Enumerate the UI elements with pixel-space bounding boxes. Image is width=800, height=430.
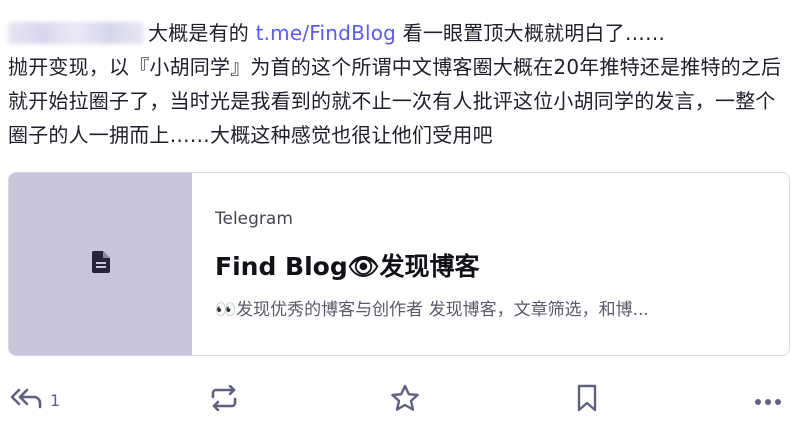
link-preview-card[interactable]: Telegram Find Blog👁发现博客 👀发现优秀的博客与创作者 发现博… [8, 172, 790, 356]
card-thumbnail [9, 173, 192, 355]
redacted-author-name [8, 22, 144, 44]
post-content: 大概是有的 t.me/FindBlog 看一眼置顶大概就明白了…… 抛开变现，以… [8, 16, 794, 152]
card-provider: Telegram [215, 209, 293, 229]
more-icon [754, 391, 782, 410]
boost-button[interactable] [210, 382, 238, 418]
file-icon [91, 251, 110, 277]
star-icon [390, 384, 420, 416]
favourite-button[interactable] [390, 382, 420, 418]
post-body-text: 抛开变现，以『小胡同学』为首的这个所谓中文博客圈大概在20年推特还是推特的之后就… [8, 55, 782, 147]
reply-all-icon [10, 386, 44, 414]
card-title[interactable]: Find Blog👁发现博客 [215, 247, 479, 283]
bookmark-button[interactable] [576, 382, 598, 418]
boost-icon [210, 384, 238, 415]
telegram-link[interactable]: t.me/FindBlog [256, 21, 397, 45]
card-description: 👀发现优秀的博客与创作者 发现博客，文章筛选，和博... [215, 300, 649, 320]
post-action-bar: 1 [0, 376, 800, 422]
bookmark-icon [576, 384, 598, 416]
post-after-link-text: 看一眼置顶大概就明白了…… [396, 21, 666, 45]
more-options-button[interactable] [754, 382, 782, 418]
reply-all-button[interactable]: 1 [10, 382, 60, 418]
reply-count: 1 [50, 390, 61, 410]
card-body: Telegram Find Blog👁发现博客 👀发现优秀的博客与创作者 发现博… [215, 173, 775, 355]
post-intro-text: 大概是有的 [148, 21, 256, 45]
